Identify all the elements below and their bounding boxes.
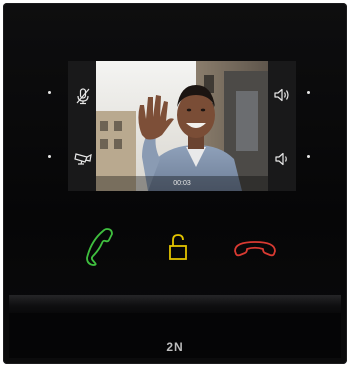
end-call-button[interactable] <box>231 225 276 269</box>
unlock-door-icon <box>169 234 187 260</box>
camera-icon[interactable] <box>73 149 92 167</box>
speaker-volume-up-icon[interactable] <box>273 86 291 104</box>
indicator-dot-right-bottom <box>307 155 310 158</box>
answer-call-button[interactable] <box>79 223 123 267</box>
indicator-dot-left-bottom <box>48 155 51 158</box>
indicator-dot-right-top <box>307 91 310 94</box>
right-control-strip <box>268 61 296 191</box>
end-call-icon <box>234 241 276 257</box>
camera-video-feed <box>96 61 268 191</box>
answer-call-icon <box>86 228 113 266</box>
speaker-volume-down-icon[interactable] <box>273 150 291 168</box>
intercom-device: 00:03 2N <box>3 3 347 364</box>
left-control-strip <box>68 61 96 191</box>
indicator-dot-left-top <box>48 91 51 94</box>
2n-logo: 2N <box>166 340 184 354</box>
video-screen: 00:03 <box>68 61 296 191</box>
call-timer: 00:03 <box>96 176 268 191</box>
microphone-muted-icon[interactable] <box>74 87 92 105</box>
glass-edge <box>9 295 341 313</box>
unlock-door-button[interactable] <box>157 225 201 269</box>
caller-video-image <box>96 61 268 191</box>
